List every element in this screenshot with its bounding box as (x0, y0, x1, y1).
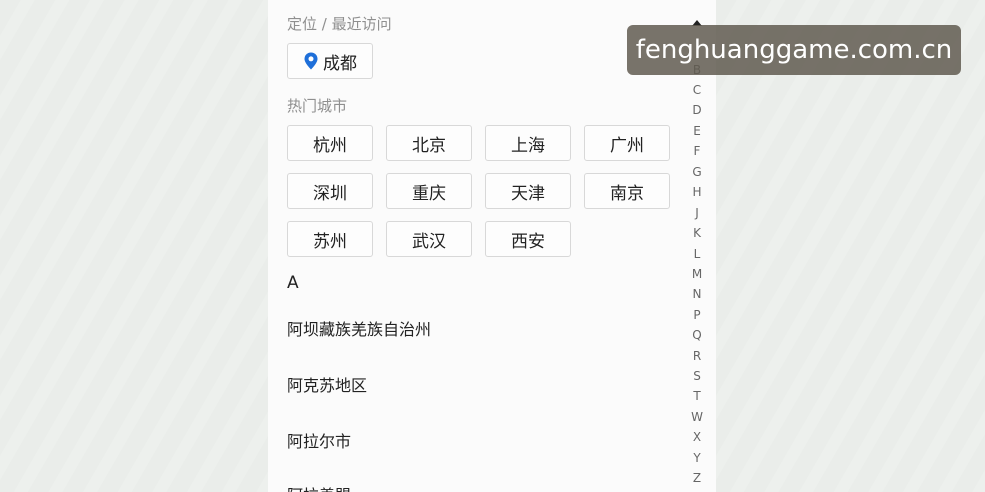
index-letter[interactable]: Y (685, 451, 709, 465)
city-list-item[interactable]: 阿拉善盟 (287, 482, 351, 492)
index-letter[interactable]: Q (685, 328, 709, 342)
hot-city-button[interactable]: 杭州 (287, 125, 373, 161)
location-pin-icon (304, 52, 318, 70)
index-letter[interactable]: J (685, 206, 709, 220)
hot-city-button[interactable]: 武汉 (386, 221, 472, 257)
background-left (0, 0, 268, 492)
index-letter[interactable]: P (685, 308, 709, 322)
city-list-item[interactable]: 阿拉尔市 (287, 428, 351, 452)
city-group-letter: A (287, 273, 299, 293)
hot-city-button[interactable]: 西安 (485, 221, 571, 257)
hot-cities-section-title: 热门城市 (287, 97, 348, 115)
alphabet-index-bar[interactable]: B C D E F G H J K L M N P Q R S T W X Y … (685, 16, 709, 492)
index-letter[interactable]: K (685, 226, 709, 240)
hot-city-button[interactable]: 重庆 (386, 173, 472, 209)
city-list-item[interactable]: 阿克苏地区 (287, 372, 367, 396)
hot-city-button[interactable]: 苏州 (287, 221, 373, 257)
hot-city-button[interactable]: 深圳 (287, 173, 373, 209)
index-letter[interactable]: T (685, 389, 709, 403)
city-list-item[interactable]: 阿坝藏族羌族自治州 (287, 316, 431, 340)
index-letter[interactable]: W (685, 410, 709, 424)
current-city-button[interactable]: 成都 (287, 43, 373, 79)
index-letter[interactable]: F (685, 144, 709, 158)
index-letter[interactable]: R (685, 349, 709, 363)
index-letter[interactable]: L (685, 247, 709, 261)
index-letter[interactable]: D (685, 103, 709, 117)
index-letter[interactable]: E (685, 124, 709, 138)
hot-city-button[interactable]: 北京 (386, 125, 472, 161)
hot-city-button[interactable]: 广州 (584, 125, 670, 161)
hot-city-button[interactable]: 南京 (584, 173, 670, 209)
index-letter[interactable]: M (685, 267, 709, 281)
hot-city-button[interactable]: 上海 (485, 125, 571, 161)
index-letter[interactable]: C (685, 83, 709, 97)
current-city-label: 成都 (323, 53, 357, 74)
hot-city-button[interactable]: 天津 (485, 173, 571, 209)
index-letter[interactable]: Z (685, 471, 709, 485)
watermark: fenghuanggame.com.cn (627, 25, 961, 75)
index-letter[interactable]: G (685, 165, 709, 179)
index-letter[interactable]: H (685, 185, 709, 199)
location-section-title: 定位 / 最近访问 (287, 15, 392, 33)
index-letter[interactable]: N (685, 287, 709, 301)
index-letter[interactable]: X (685, 430, 709, 444)
index-letter[interactable]: S (685, 369, 709, 383)
